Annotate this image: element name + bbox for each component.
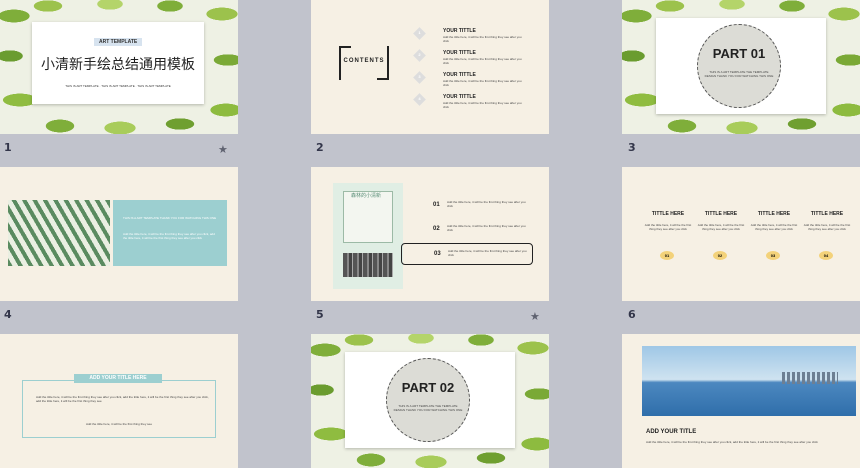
box-title: ADD YOUR TITLE HERE: [74, 374, 162, 383]
column-title: TITTLE HERE: [757, 211, 791, 217]
title-card: ART TEMPLATE 小清新手绘总结通用模板 THIS IS ART TEM…: [32, 22, 204, 104]
column-number: 02: [713, 251, 727, 260]
item-number: 4: [418, 96, 421, 101]
slide-number-2: 2: [316, 141, 324, 154]
column-title: TITTLE HERE: [810, 211, 844, 217]
item-title: YOUR TITTLE: [443, 94, 476, 100]
column-desc: Add the tittle here, it will be the firs…: [750, 223, 798, 231]
part-title: PART 02: [401, 380, 455, 395]
info-column: TITTLE HERE Add the tittle here, it will …: [750, 211, 798, 271]
item-desc: Add the tittle here, it will be the firs…: [443, 101, 522, 109]
slide-title: 小清新手绘总结通用模板: [41, 56, 195, 72]
column-desc: Add the tittle here, it will be the firs…: [803, 223, 851, 231]
art-template-tag: ART TEMPLATE: [94, 38, 143, 46]
contents-item: 4 YOUR TITTLE Add the tittle here, it will…: [413, 93, 535, 112]
item-title: YOUR TITTLE: [443, 50, 476, 56]
book-illustration: 森林的小清新: [333, 183, 403, 289]
book-label: 森林的小清新: [351, 193, 382, 199]
part-circle: [386, 358, 470, 442]
slide-thumbnail-1[interactable]: ART TEMPLATE 小清新手绘总结通用模板 THIS IS ART TEM…: [0, 0, 238, 134]
contents-item: 1 YOUR TITTLE Add the tittle here, it will…: [413, 27, 535, 46]
column-desc: Add the tittle here, it will be the firs…: [644, 223, 692, 231]
slide-thumbnail-7[interactable]: ADD YOUR TITLE HERE Add the tittle here,…: [0, 334, 238, 468]
info-column: TITTLE HERE Add the tittle here, it will …: [697, 211, 745, 271]
column-title: TITTLE HERE: [651, 211, 685, 217]
item-number: 1: [418, 30, 421, 35]
box-heading: THIS IS A ART TEMPLATE THANK YOU FOR WAT…: [123, 216, 217, 220]
star-icon[interactable]: ★: [530, 310, 540, 323]
slide-thumbnail-3[interactable]: PART 01 THIS IS A ART TEMPLATE THE TEMPL…: [622, 0, 860, 134]
slide-number-1: 1: [4, 141, 12, 154]
framed-box: [22, 380, 216, 438]
contents-item: 3 YOUR TITTLE Add the tittle here, it will…: [413, 71, 535, 90]
list-item[interactable]: 02 Add the tittle here, it will be the fi…: [401, 219, 533, 241]
star-icon[interactable]: ★: [218, 143, 228, 156]
slide-thumbnail-8[interactable]: PART 02 THIS IS A ART TEMPLATE THE TEMPL…: [311, 334, 549, 468]
leaf-pattern-image: [8, 200, 110, 266]
photo-body: Add the tittle here, it will be the firs…: [646, 440, 818, 444]
info-column: TITTLE HERE Add the tittle here, it will …: [644, 211, 692, 271]
slide-number-3: 3: [628, 141, 636, 154]
info-column: TITTLE HERE Add the tittle here, it will …: [803, 211, 851, 271]
box-body: Add the tittle here, it will be the firs…: [123, 232, 215, 240]
slide-number-4: 4: [4, 308, 12, 321]
column-number: 03: [766, 251, 780, 260]
item-text: Add the tittle here, it will be the firs…: [447, 224, 526, 232]
item-number: 3: [418, 74, 421, 79]
box-footer: Add the tittle here, it will be the firs…: [85, 422, 153, 426]
contents-box: CONTENTS: [339, 46, 389, 80]
item-title: YOUR TITTLE: [443, 28, 476, 34]
list-item[interactable]: 03 Add the tittle here, it will be the fi…: [401, 243, 533, 265]
list-item[interactable]: 01 Add the tittle here, it will be the fi…: [401, 195, 533, 217]
city-skyline-photo: [642, 346, 856, 416]
part-desc: THIS IS A ART TEMPLATE THE TEMPLATE DESI…: [704, 70, 774, 78]
item-number: 2: [418, 52, 421, 57]
slide-number-5: 5: [316, 308, 324, 321]
item-title: YOUR TITTLE: [443, 72, 476, 78]
item-number: 01: [433, 202, 440, 208]
part-title: PART 01: [712, 46, 766, 61]
teal-text-box: THIS IS A ART TEMPLATE THANK YOU FOR WAT…: [113, 200, 227, 266]
slide-number-6: 6: [628, 308, 636, 321]
column-desc: Add the tittle here, it will be the firs…: [697, 223, 745, 231]
column-title: TITTLE HERE: [704, 211, 738, 217]
item-text: Add the tittle here, it will be the firs…: [447, 200, 526, 208]
part-circle: [697, 24, 781, 108]
contents-item: 2 YOUR TITTLE Add the tittle here, it will…: [413, 49, 535, 68]
item-text: Add the tittle here, it will be the firs…: [448, 249, 527, 257]
books-row: [343, 253, 393, 277]
item-number: 02: [433, 226, 440, 232]
slide-thumbnail-6[interactable]: TITTLE HERE Add the tittle here, it will …: [622, 167, 860, 301]
part-desc: THIS IS A ART TEMPLATE THE TEMPLATE DESI…: [393, 404, 463, 412]
slide-subtitle: THIS IS ART TEMPLATE · THIS IS ART TEMPL…: [65, 84, 171, 88]
box-body: Add the tittle here, it will be the firs…: [36, 395, 209, 403]
skyline: [782, 372, 838, 384]
contents-label: CONTENTS: [343, 58, 385, 64]
item-desc: Add the tittle here, it will be the firs…: [443, 57, 522, 65]
column-number: 04: [819, 251, 833, 260]
slide-thumbnail-2[interactable]: CONTENTS 1 YOUR TITTLE Add the tittle here…: [311, 0, 549, 134]
item-desc: Add the tittle here, it will be the firs…: [443, 79, 522, 87]
column-number: 01: [660, 251, 674, 260]
item-desc: Add the tittle here, it will be the firs…: [443, 35, 522, 43]
photo-title: ADD YOUR TITLE: [646, 429, 697, 435]
slide-thumbnail-5[interactable]: 森林的小清新 01 Add the tittle here, it will be…: [311, 167, 549, 301]
item-number: 03: [434, 251, 441, 257]
slide-thumbnail-4[interactable]: THIS IS A ART TEMPLATE THANK YOU FOR WAT…: [0, 167, 238, 301]
slide-thumbnail-9[interactable]: ADD YOUR TITLE Add the tittle here, it w…: [622, 334, 860, 468]
